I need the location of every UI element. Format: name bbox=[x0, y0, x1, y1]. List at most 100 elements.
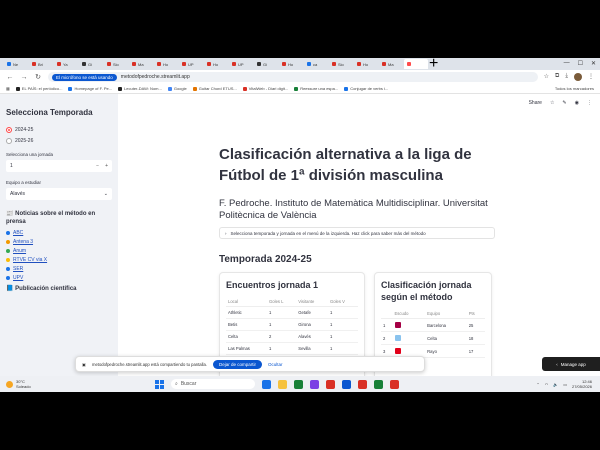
weather-widget[interactable]: 30°C Soleado bbox=[6, 379, 31, 389]
browser-tab[interactable]: Ho bbox=[279, 59, 303, 69]
tab-favicon-icon bbox=[382, 62, 386, 66]
taskbar-app-icon[interactable] bbox=[294, 379, 303, 389]
bookmark-item[interactable]: Conjugar de verbs i... bbox=[344, 86, 388, 91]
browser-tab[interactable] bbox=[404, 59, 428, 69]
news-link[interactable]: UPV bbox=[13, 275, 23, 281]
minimize-icon[interactable]: — bbox=[564, 60, 570, 67]
hide-button[interactable]: Ocultar bbox=[268, 362, 283, 367]
team-name: Celta bbox=[425, 331, 467, 345]
matches-column-header: Goles L bbox=[267, 297, 297, 307]
maximize-icon[interactable]: ☐ bbox=[578, 60, 583, 67]
ranking-column-header: Escudo bbox=[392, 309, 426, 319]
address-bar[interactable]: El micrófono se está usando metodofpedro… bbox=[48, 72, 538, 82]
streamlit-page: Selecciona Temporada 2024-25 2025-26 Sele… bbox=[0, 94, 600, 382]
bookmark-item[interactable]: Homepage of F. Pe... bbox=[68, 86, 112, 91]
close-icon[interactable]: ✕ bbox=[591, 60, 596, 67]
edit-icon[interactable]: ✎ bbox=[562, 100, 566, 106]
browser-tab[interactable]: Ma bbox=[379, 59, 403, 69]
news-link[interactable]: Anum bbox=[13, 248, 26, 254]
minus-icon[interactable]: − bbox=[96, 163, 99, 169]
season-option[interactable]: 2024-25 bbox=[6, 127, 112, 133]
manage-app-label: Manage app bbox=[560, 361, 586, 367]
plus-icon[interactable]: + bbox=[105, 163, 108, 169]
all-bookmarks[interactable]: Todos los marcadores bbox=[555, 86, 594, 91]
browser-tab[interactable]: Ma bbox=[129, 59, 153, 69]
jornada-number-input[interactable]: 1 − + bbox=[6, 160, 112, 172]
browser-tab[interactable]: Ho bbox=[354, 59, 378, 69]
back-icon[interactable]: ← bbox=[6, 74, 14, 81]
news-link[interactable]: ABC bbox=[13, 230, 23, 236]
menu-icon[interactable]: ⋮ bbox=[588, 73, 594, 81]
forward-icon[interactable]: → bbox=[20, 74, 28, 81]
tab-label: Sio bbox=[113, 61, 119, 67]
wifi-icon[interactable]: ◠ bbox=[545, 382, 549, 387]
news-link[interactable]: SER bbox=[13, 266, 23, 272]
bookmark-item[interactable]: VitalWeb - Diari digit... bbox=[242, 86, 288, 91]
browser-tab[interactable]: UP bbox=[229, 59, 253, 69]
browser-tab[interactable]: Ne bbox=[4, 59, 28, 69]
team-name: Rayo bbox=[425, 344, 467, 358]
avatar[interactable] bbox=[574, 73, 582, 81]
taskbar-app-icon[interactable] bbox=[390, 379, 399, 389]
bookmark-item[interactable]: Guitar Chord ETUS... bbox=[192, 86, 237, 91]
bookmark-item[interactable]: Reessure una espa... bbox=[294, 86, 338, 91]
browser-tab[interactable]: ca bbox=[304, 59, 328, 69]
taskbar-app-icon[interactable] bbox=[326, 379, 335, 389]
speaker-icon[interactable]: 🔈 bbox=[553, 382, 558, 387]
windows-start-icon[interactable] bbox=[155, 379, 164, 389]
microphone-indicator[interactable]: El micrófono se está usando bbox=[52, 73, 117, 81]
tab-favicon-icon bbox=[257, 62, 261, 66]
taskbar-app-icon[interactable] bbox=[262, 379, 271, 389]
news-link[interactable]: Antena 3 bbox=[13, 239, 33, 245]
github-icon[interactable]: ◉ bbox=[575, 100, 579, 106]
browser-tab[interactable]: UP bbox=[179, 59, 203, 69]
taskbar-app-icon[interactable] bbox=[374, 379, 383, 389]
team-points: 18 bbox=[466, 331, 485, 345]
browser-tab[interactable]: Ho bbox=[204, 59, 228, 69]
radio-button[interactable] bbox=[6, 127, 12, 133]
bookmark-label: Homepage of F. Pe... bbox=[74, 86, 113, 91]
apps-grid-icon[interactable]: ▦ bbox=[6, 86, 10, 91]
taskbar-search[interactable]: ⌕ Buscar bbox=[171, 379, 255, 389]
taskbar-app-icon[interactable] bbox=[358, 379, 367, 389]
table-row: Las Palmas 1 Sevilla 1 bbox=[226, 342, 358, 355]
bookmark-item[interactable]: EL PAÍS: el periódico... bbox=[15, 86, 62, 91]
taskbar-app-icon[interactable] bbox=[310, 379, 319, 389]
battery-icon[interactable]: ▭ bbox=[563, 382, 567, 387]
browser-tab[interactable]: Ya bbox=[54, 59, 78, 69]
method-expander[interactable]: › Selecciona temporada y jornada en el m… bbox=[219, 227, 495, 239]
tab-label: Gi bbox=[263, 61, 267, 67]
radio-button[interactable] bbox=[6, 138, 12, 144]
tab-favicon-icon bbox=[407, 62, 411, 66]
news-link[interactable]: RTVE CV via X bbox=[13, 257, 47, 263]
season-option[interactable]: 2025-26 bbox=[6, 138, 112, 144]
browser-tab[interactable]: Ho bbox=[154, 59, 178, 69]
browser-tab[interactable]: Gi bbox=[79, 59, 103, 69]
browser-tab[interactable]: Sio bbox=[329, 59, 353, 69]
team-select[interactable]: Alavés ⌄ bbox=[6, 188, 112, 200]
bookmark-label: Conjugar de verbs i... bbox=[350, 86, 389, 91]
taskbar-app-icon[interactable] bbox=[342, 379, 351, 389]
browser-tab[interactable]: Sio bbox=[104, 59, 128, 69]
share-button[interactable]: Share bbox=[529, 100, 542, 106]
star-icon[interactable]: ☆ bbox=[544, 73, 549, 81]
download-icon[interactable]: ⤓ bbox=[565, 73, 568, 81]
matches-card-title: Encuentros jornada 1 bbox=[226, 280, 319, 290]
stop-sharing-button[interactable]: Dejar de compartir bbox=[212, 359, 262, 369]
taskbar-app-icon[interactable] bbox=[278, 379, 287, 389]
team-name: Barcelona bbox=[425, 318, 467, 332]
tab-label: Gi bbox=[88, 61, 92, 67]
clock[interactable]: 12:46 27/05/2026 bbox=[572, 379, 592, 389]
chevron-up-icon[interactable]: ⌃ bbox=[536, 382, 539, 387]
star-icon[interactable]: ☆ bbox=[550, 100, 554, 106]
manage-app-button[interactable]: ‹ Manage app bbox=[542, 357, 600, 371]
bookmark-item[interactable]: Lecuter-DAW: Nom... bbox=[118, 86, 162, 91]
browser-tab[interactable]: Gi bbox=[254, 59, 278, 69]
bookmark-item[interactable]: Google bbox=[167, 86, 187, 91]
bookmark-favicon-icon bbox=[294, 86, 299, 91]
url-text[interactable]: metodofpedroche.streamlit.app bbox=[121, 74, 190, 80]
browser-tab[interactable]: Bri bbox=[29, 59, 53, 69]
extensions-icon[interactable]: ⧉ bbox=[555, 73, 559, 81]
menu-icon[interactable]: ⋮ bbox=[587, 100, 592, 106]
reload-icon[interactable]: ↻ bbox=[34, 73, 42, 81]
